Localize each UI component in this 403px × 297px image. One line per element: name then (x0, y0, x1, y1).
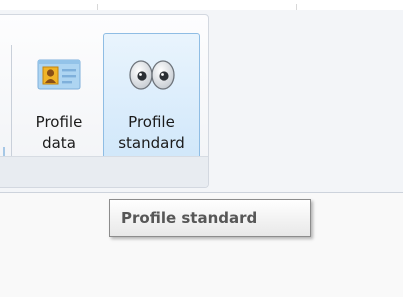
title-strip (0, 0, 403, 10)
ribbon-group-profile: Profile data Profile standard (0, 14, 209, 188)
label-line: data (42, 134, 76, 152)
label-line: Profile (128, 113, 175, 131)
ribbon-group-footer (0, 156, 208, 187)
id-card-icon (35, 49, 83, 97)
profile-standard-label: Profile standard (104, 112, 199, 154)
ribbon-panel: Profile data Profile standard (0, 10, 403, 193)
label-line: standard (118, 134, 185, 152)
label-line: Profile (35, 113, 83, 131)
eyes-icon (128, 49, 176, 97)
group-separator (11, 45, 12, 165)
profile-standard-button[interactable]: Profile standard (103, 33, 200, 164)
profile-data-label: Profile data (23, 112, 95, 154)
profile-data-button[interactable]: Profile data (23, 33, 95, 164)
tooltip: Profile standard (109, 199, 311, 237)
